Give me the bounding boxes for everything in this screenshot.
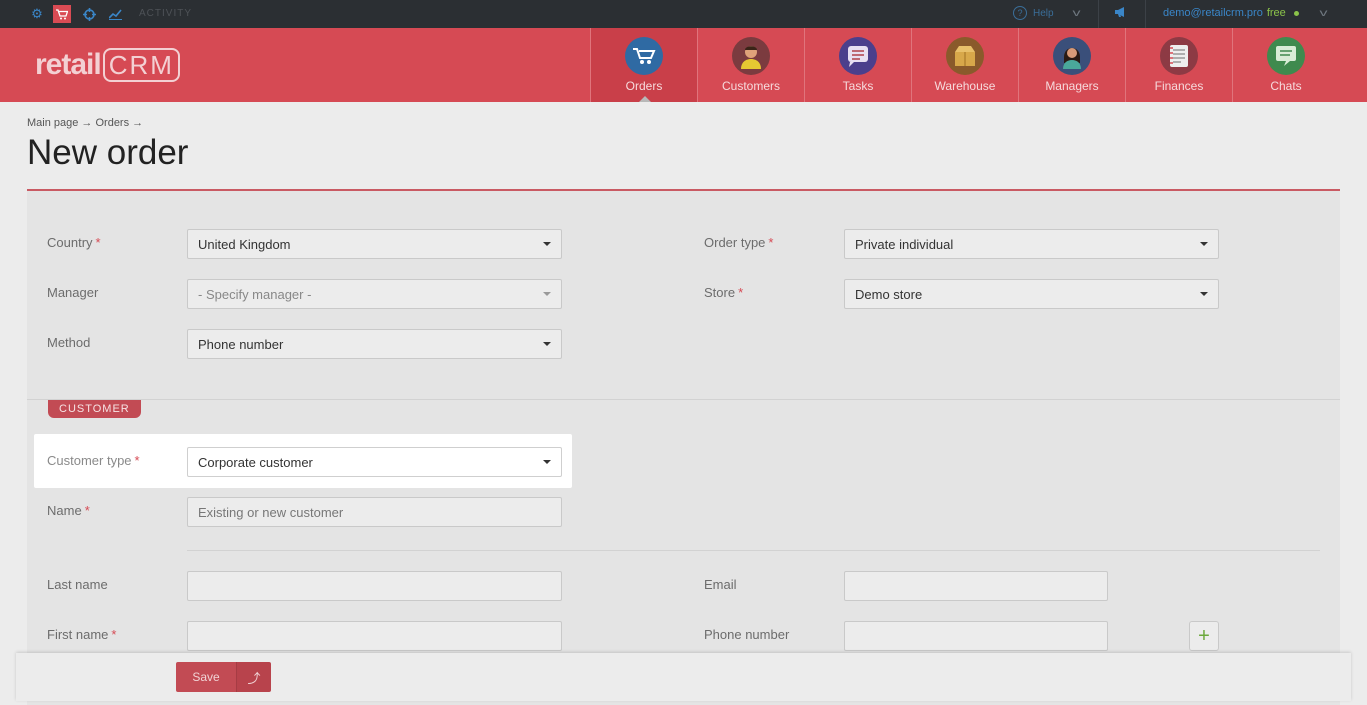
box-icon xyxy=(946,37,984,75)
manager-label: Manager xyxy=(47,285,99,300)
ledger-icon xyxy=(1160,37,1198,75)
gear-icon[interactable]: ⚙ xyxy=(28,5,46,23)
customer-section-tag: CUSTOMER xyxy=(48,400,141,418)
nav-label: Warehouse xyxy=(934,79,996,93)
first-name-input[interactable] xyxy=(187,621,562,651)
add-phone-button[interactable]: + xyxy=(1189,621,1219,651)
divider xyxy=(1098,0,1099,28)
customer-name-placeholder: Existing or new customer xyxy=(198,505,344,520)
chevron-down-icon xyxy=(543,292,551,296)
nav-label: Chats xyxy=(1270,79,1302,93)
crosshair-icon[interactable] xyxy=(80,5,98,23)
country-value: United Kingdom xyxy=(198,237,291,252)
save-and-return-icon: ⤴ xyxy=(247,670,261,686)
breadcrumb[interactable]: Main page → Orders → xyxy=(27,117,143,129)
user-email: demo@retailcrm.pro xyxy=(1163,7,1263,19)
top-bar: ⚙ ACTIVITY ? Help v demo@retailcrm.pro f… xyxy=(0,0,1367,28)
store-label: Store * xyxy=(704,285,744,300)
nav-item-warehouse[interactable]: Warehouse xyxy=(911,28,1018,102)
nav-item-tasks[interactable]: Tasks xyxy=(804,28,911,102)
online-status-icon xyxy=(1293,10,1299,16)
nav-label: Tasks xyxy=(842,79,874,93)
manager-icon xyxy=(1053,37,1091,75)
nav-item-customers[interactable]: Customers xyxy=(697,28,804,102)
nav-item-managers[interactable]: Managers xyxy=(1018,28,1125,102)
cart-icon xyxy=(625,37,663,75)
method-label: Method xyxy=(47,335,91,350)
order-type-select[interactable]: Private individual xyxy=(844,229,1219,259)
main-header: retail CRM Orders Customers Tasks Warehou… xyxy=(0,28,1367,102)
customer-type-value: Corporate customer xyxy=(198,455,313,470)
chevron-down-icon: v xyxy=(1319,7,1328,19)
last-name-label: Last name xyxy=(47,577,108,592)
email-label: Email xyxy=(704,577,737,592)
customer-type-select[interactable]: Corporate customer xyxy=(187,447,562,477)
customer-type-label: Customer type * xyxy=(47,453,140,468)
chevron-down-icon xyxy=(1200,292,1208,296)
plus-icon: + xyxy=(1198,624,1210,647)
manager-value: - Specify manager - xyxy=(198,287,312,302)
retailcrm-logo[interactable]: retail CRM xyxy=(35,48,180,82)
customer-name-input[interactable]: Existing or new customer xyxy=(187,497,562,527)
method-value: Phone number xyxy=(198,337,284,352)
phone-input[interactable] xyxy=(844,621,1108,651)
chat-icon xyxy=(1267,37,1305,75)
order-type-value: Private individual xyxy=(855,237,954,252)
save-options-button[interactable]: ⤴ xyxy=(236,662,271,692)
nav-item-finances[interactable]: Finances xyxy=(1125,28,1232,102)
country-select[interactable]: United Kingdom xyxy=(187,229,562,259)
order-type-label: Order type * xyxy=(704,235,774,250)
person-icon xyxy=(732,37,770,75)
first-name-label: First name * xyxy=(47,627,117,642)
nav-item-chats[interactable]: Chats xyxy=(1232,28,1339,102)
help-label: Help xyxy=(1033,7,1054,19)
store-value: Demo store xyxy=(855,287,923,302)
plan-badge: free xyxy=(1266,7,1286,19)
nav-label: Customers xyxy=(721,79,780,93)
divider xyxy=(1145,0,1146,28)
name-label: Name * xyxy=(47,503,90,518)
section-divider xyxy=(27,399,1340,400)
phone-label: Phone number xyxy=(704,627,790,642)
task-list-icon xyxy=(839,37,877,75)
last-name-input[interactable] xyxy=(187,571,562,601)
activity-chart-icon[interactable] xyxy=(106,5,124,23)
save-button[interactable]: Save xyxy=(176,662,236,692)
chevron-down-icon xyxy=(543,342,551,346)
manager-select[interactable]: - Specify manager - xyxy=(187,279,562,309)
page-title: New order xyxy=(27,133,189,172)
customer-type-highlight: Customer type * Corporate customer xyxy=(34,434,572,488)
email-input[interactable] xyxy=(844,571,1108,601)
chevron-down-icon xyxy=(543,460,551,464)
help-menu[interactable]: ? Help v xyxy=(1013,6,1081,20)
chevron-down-icon xyxy=(1200,242,1208,246)
store-select[interactable]: Demo store xyxy=(844,279,1219,309)
main-nav: Orders Customers Tasks Warehouse Manager… xyxy=(590,28,1339,102)
help-icon: ? xyxy=(1013,6,1027,20)
chevron-down-icon: v xyxy=(1072,7,1081,19)
megaphone-icon[interactable] xyxy=(1114,6,1128,21)
activity-label[interactable]: ACTIVITY xyxy=(139,8,192,19)
cart-icon[interactable] xyxy=(53,5,71,23)
country-label: Country * xyxy=(47,235,101,250)
nav-label: Orders xyxy=(625,79,663,93)
chevron-down-icon xyxy=(543,242,551,246)
nav-item-orders[interactable]: Orders xyxy=(590,28,697,102)
logo-text-left: retail xyxy=(35,48,102,81)
nav-label: Finances xyxy=(1154,79,1204,93)
field-divider xyxy=(187,550,1320,551)
user-menu[interactable]: demo@retailcrm.pro free v xyxy=(1163,7,1328,19)
nav-label: Managers xyxy=(1045,79,1099,93)
logo-text-right: CRM xyxy=(102,48,180,82)
method-select[interactable]: Phone number xyxy=(187,329,562,359)
